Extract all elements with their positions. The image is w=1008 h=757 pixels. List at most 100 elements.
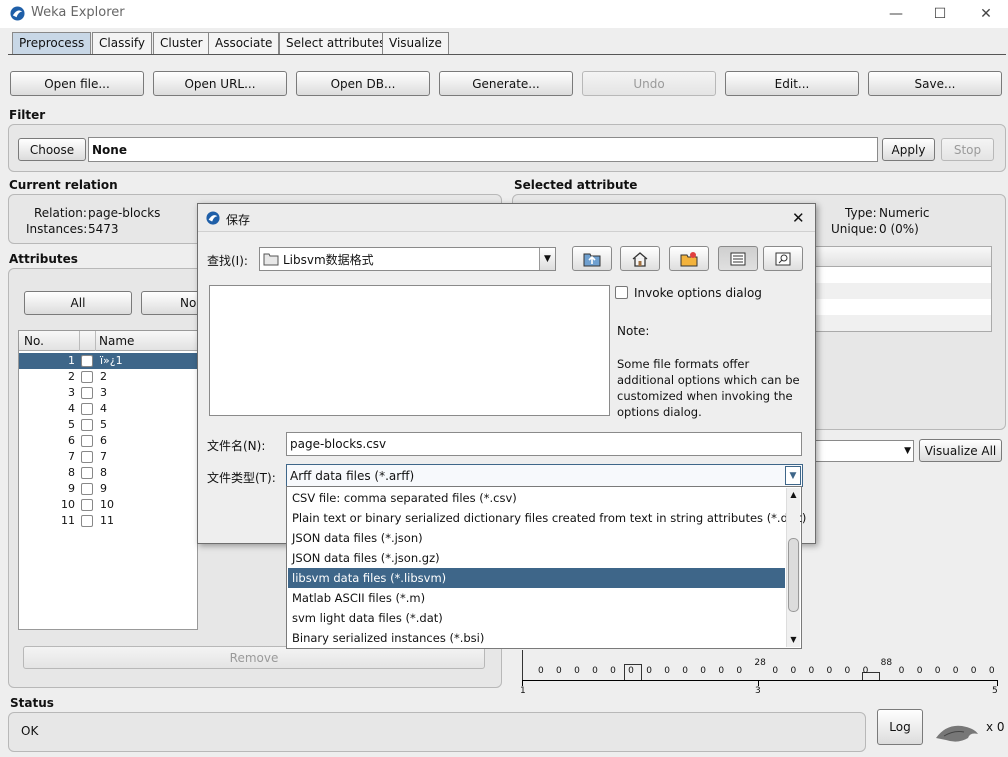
attribute-number: 11	[61, 514, 75, 527]
edit-button[interactable]: Edit...	[725, 71, 859, 96]
column-name: Name	[99, 334, 135, 348]
up-folder-button[interactable]	[572, 246, 612, 271]
undo-button[interactable]: Undo	[582, 71, 716, 96]
attribute-name: 3	[100, 386, 107, 399]
save-button[interactable]: Save...	[868, 71, 1002, 96]
close-window-button[interactable]: ✕	[972, 4, 1000, 24]
attribute-checkbox[interactable]	[81, 403, 93, 415]
remove-button[interactable]: Remove	[23, 646, 485, 669]
filter-label: Filter	[9, 108, 46, 122]
tab-preprocess[interactable]: Preprocess	[12, 32, 92, 55]
new-folder-button[interactable]	[669, 246, 709, 271]
attribute-checkbox[interactable]	[81, 371, 93, 383]
dropdown-arrow-icon: ▼	[904, 446, 911, 456]
table-row[interactable]: 33	[19, 385, 197, 401]
tab-associate[interactable]: Associate	[208, 32, 280, 55]
visualize-all-button[interactable]: Visualize All	[919, 439, 1002, 462]
attribute-checkbox[interactable]	[81, 435, 93, 447]
attribute-name: ï»¿1	[100, 354, 123, 367]
look-in-label: 查找(I):	[207, 254, 248, 268]
invoke-options-checkbox[interactable]	[615, 286, 628, 299]
type-label: Type:	[845, 206, 877, 220]
dialog-title: 保存	[226, 213, 251, 227]
attribute-checkbox[interactable]	[81, 419, 93, 431]
log-button[interactable]: Log	[877, 709, 923, 745]
table-row[interactable]: 66	[19, 433, 197, 449]
attribute-checkbox[interactable]	[81, 483, 93, 495]
histogram-bin-label: 0	[628, 666, 634, 676]
stats-table	[814, 246, 992, 332]
attribute-name: 2	[100, 370, 107, 383]
maximize-button[interactable]: ☐	[926, 4, 954, 24]
attribute-checkbox[interactable]	[81, 451, 93, 463]
filetype-select[interactable]: Arff data files (*.arff) ▼	[286, 464, 803, 487]
attribute-checkbox[interactable]	[81, 387, 93, 399]
scroll-thumb[interactable]	[788, 538, 799, 612]
weka-bird-icon	[936, 725, 978, 742]
table-row[interactable]: 22	[19, 369, 197, 385]
attribute-checkbox[interactable]	[81, 467, 93, 479]
table-row[interactable]: 11 11	[19, 513, 197, 529]
attribute-name: 9	[100, 482, 107, 495]
tab-cluster[interactable]: Cluster	[153, 32, 210, 55]
minimize-button[interactable]: —	[882, 4, 910, 24]
table-row[interactable]: 77	[19, 449, 197, 465]
filetype-option[interactable]: JSON data files (*.json.gz)	[288, 548, 785, 568]
generate-button[interactable]: Generate...	[439, 71, 573, 96]
filetype-option[interactable]: Binary serialized instances (*.bsi)	[288, 628, 785, 648]
list-view-button[interactable]	[718, 246, 758, 271]
table-row[interactable]: 10 10	[19, 497, 197, 513]
select-all-button[interactable]: All	[24, 291, 132, 315]
dialog-close-icon[interactable]: ✕	[792, 209, 805, 227]
histogram-bin-label: 0	[952, 666, 959, 676]
table-row[interactable]: 1 ï»¿1	[19, 353, 197, 369]
new-folder-icon	[680, 251, 698, 266]
table-row[interactable]: 44	[19, 401, 197, 417]
filetype-value: Arff data files (*.arff)	[290, 468, 415, 483]
table-row[interactable]: 99	[19, 481, 197, 497]
attribute-checkbox[interactable]	[81, 499, 93, 511]
filetype-option[interactable]: CSV file: comma separated files (*.csv)	[288, 488, 785, 508]
attribute-checkbox[interactable]	[81, 515, 93, 527]
filetype-option[interactable]: Matlab ASCII files (*.m)	[288, 588, 785, 608]
filetype-option[interactable]: JSON data files (*.json)	[288, 528, 785, 548]
attribute-checkbox[interactable]	[81, 355, 93, 367]
histogram-bin-label: 0	[934, 666, 941, 676]
stop-filter-button[interactable]: Stop	[941, 138, 994, 161]
list-view-icon	[730, 252, 746, 265]
scroll-up-icon[interactable]: ▲	[787, 488, 800, 502]
choose-filter-button[interactable]: Choose	[18, 138, 86, 161]
relation-value: page-blocks	[88, 206, 161, 220]
unique-label: Unique:	[831, 222, 878, 236]
tab-classify[interactable]: Classify	[92, 32, 153, 55]
table-row[interactable]: 88	[19, 465, 197, 481]
filetype-option[interactable]: svm light data files (*.dat)	[288, 608, 785, 628]
select-none-button[interactable]: No	[141, 291, 201, 315]
table-header: No. Name	[19, 331, 197, 351]
apply-filter-button[interactable]: Apply	[882, 138, 935, 161]
filename-label: 文件名(N):	[207, 439, 266, 453]
filetype-option[interactable]: libsvm data files (*.libsvm)	[288, 568, 785, 588]
look-in-select[interactable]: Libsvm数据格式 ▼	[259, 247, 556, 271]
attribute-name: 7	[100, 450, 107, 463]
home-button[interactable]	[620, 246, 660, 271]
current-relation-label: Current relation	[9, 178, 118, 192]
filter-field[interactable]: None	[88, 137, 878, 162]
scroll-down-icon[interactable]: ▼	[787, 633, 800, 647]
details-view-button[interactable]	[763, 246, 803, 271]
open-file-button[interactable]: Open file...	[10, 71, 144, 96]
open-url-button[interactable]: Open URL...	[153, 71, 287, 96]
tab-visualize[interactable]: Visualize	[382, 32, 449, 55]
histogram-bin-label: 0	[646, 666, 652, 676]
filetype-option[interactable]: Plain text or binary serialized dictiona…	[288, 508, 806, 528]
up-folder-icon	[583, 253, 601, 266]
tab-select-attributes[interactable]: Select attributes	[279, 32, 393, 55]
chevron-down-icon: ▼	[785, 466, 801, 485]
dropdown-scrollbar[interactable]: ▲ ▼	[786, 488, 800, 647]
class-select[interactable]: ▼	[814, 440, 914, 462]
table-row[interactable]: 55	[19, 417, 197, 433]
histogram-bin-label: 0	[826, 666, 833, 676]
open-db-button[interactable]: Open DB...	[296, 71, 430, 96]
filename-input[interactable]: page-blocks.csv	[286, 432, 802, 456]
file-list[interactable]	[209, 285, 610, 416]
